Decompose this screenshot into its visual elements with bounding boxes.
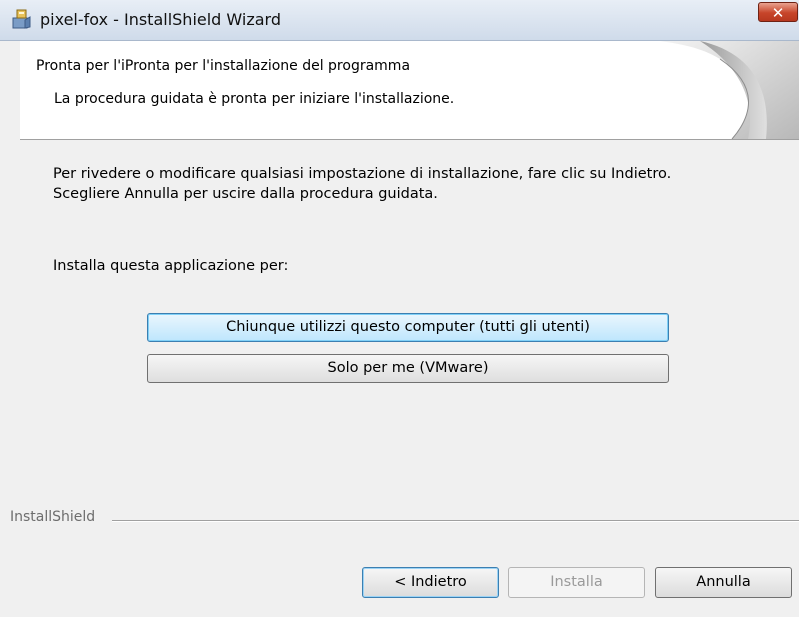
- installer-icon: [10, 8, 32, 30]
- header-banner: Pronta per l'iPronta per l'installazione…: [20, 41, 799, 140]
- installer-window: pixel-fox - InstallShield Wizard ✕ Pront…: [0, 0, 799, 617]
- only-me-option-button[interactable]: Solo per me (VMware): [147, 354, 669, 383]
- window-title: pixel-fox - InstallShield Wizard: [40, 10, 281, 29]
- page-title: Pronta per l'iPronta per l'installazione…: [36, 58, 411, 74]
- close-icon: ✕: [771, 4, 785, 22]
- all-users-option-button[interactable]: Chiunque utilizzi questo computer (tutti…: [147, 313, 669, 342]
- page-subtitle: La procedura guidata è pronta per inizia…: [54, 91, 455, 107]
- instructions-line-2: Scegliere Annulla per uscire dalla proce…: [53, 186, 438, 202]
- back-button[interactable]: < Indietro: [362, 567, 499, 598]
- instructions-line-1: Per rivedere o modificare qualsiasi impo…: [53, 166, 672, 182]
- cancel-button[interactable]: Annulla: [655, 567, 792, 598]
- page-curl-graphic: [660, 41, 799, 139]
- title-bar[interactable]: pixel-fox - InstallShield Wizard ✕: [0, 0, 799, 41]
- instructions: Per rivedere o modificare qualsiasi impo…: [53, 164, 671, 204]
- close-button[interactable]: ✕: [758, 2, 798, 22]
- install-button[interactable]: Installa: [508, 567, 645, 598]
- footer-divider: [112, 520, 799, 522]
- install-for-label: Installa questa applicazione per:: [53, 258, 289, 274]
- installshield-brand: InstallShield: [10, 509, 96, 525]
